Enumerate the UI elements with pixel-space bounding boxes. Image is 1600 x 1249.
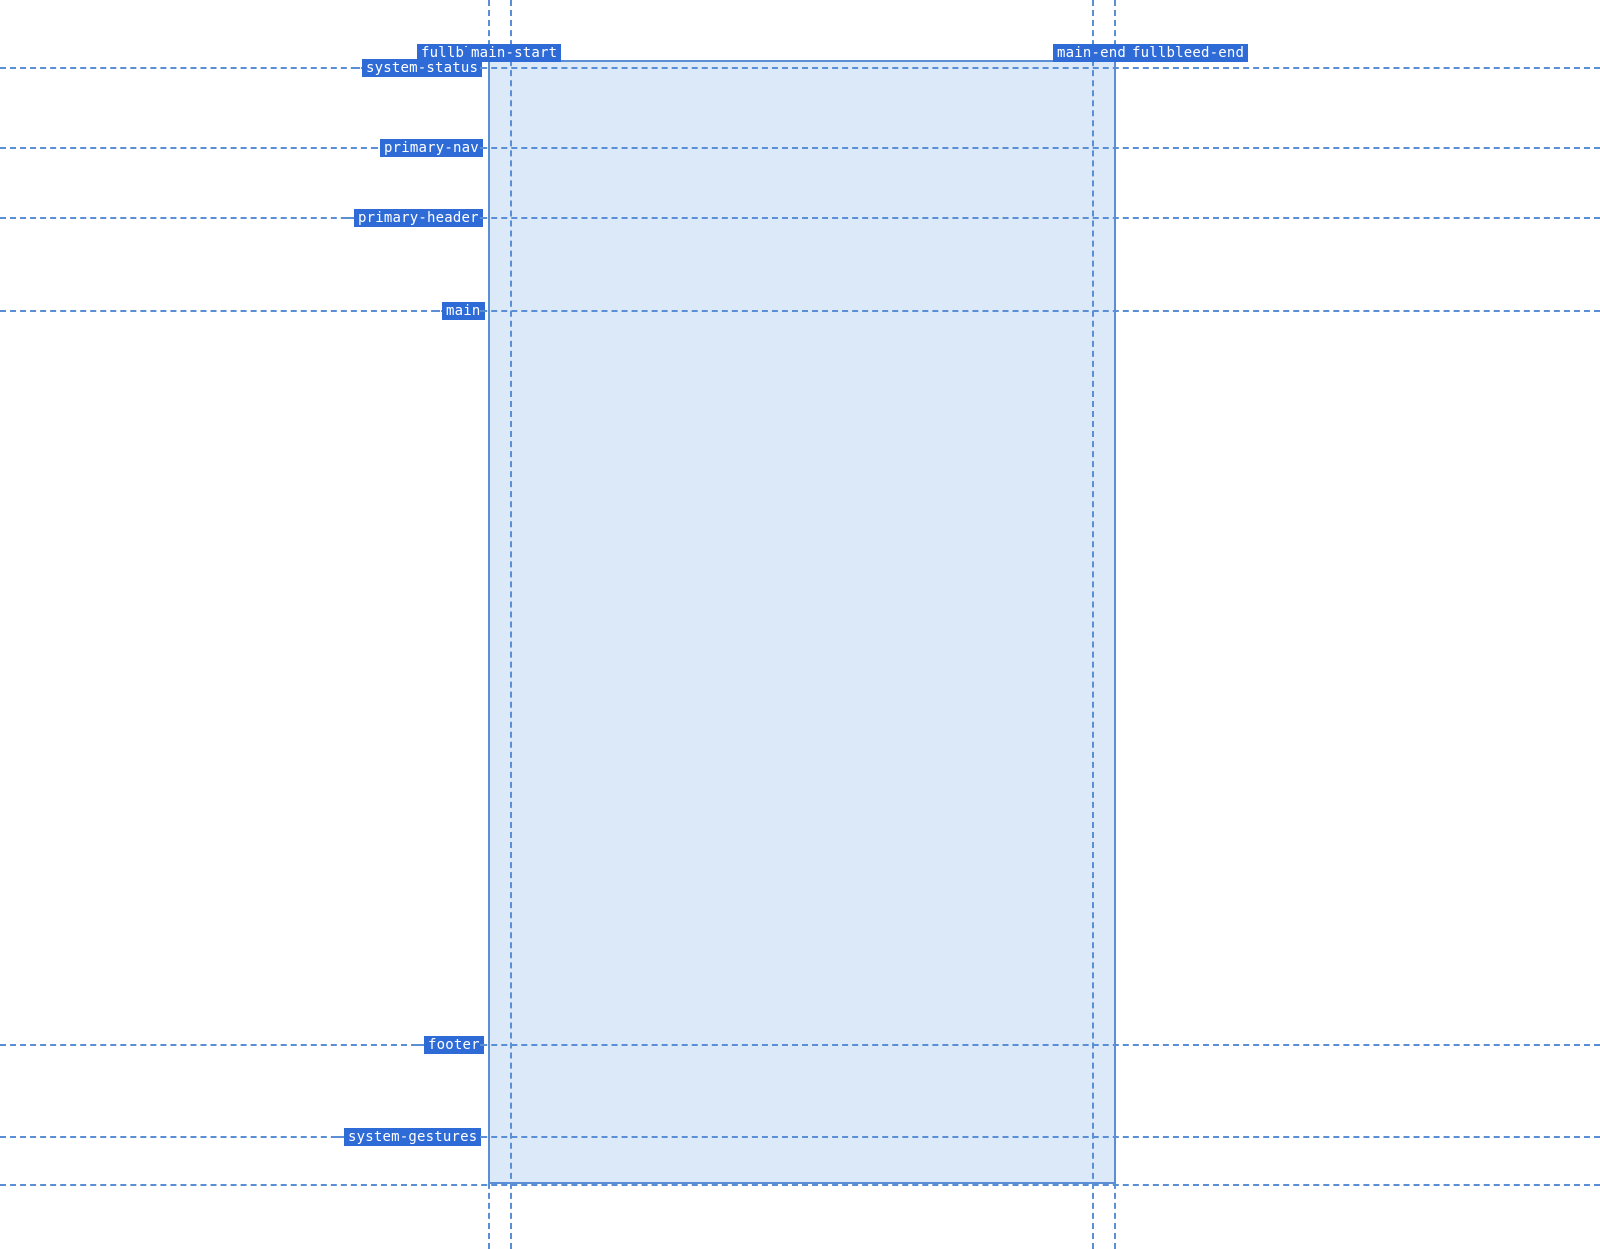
tick-right-primary-header <box>480 217 486 219</box>
viewport-rect <box>488 60 1116 1184</box>
tick-left-footer <box>416 1044 422 1046</box>
tick-right-system-status <box>480 67 486 69</box>
vline-fullbleed-start <box>488 0 490 1249</box>
tick-right-system-gestures <box>480 1136 486 1138</box>
hline-footer <box>0 1044 1600 1046</box>
tick-right-primary-nav <box>480 147 486 149</box>
tick-left-system-status <box>354 67 360 69</box>
tick-left-primary-header <box>346 217 352 219</box>
row-label-primary-nav: primary-nav <box>380 139 483 157</box>
row-label-footer: footer <box>424 1036 484 1054</box>
hline-system-status <box>0 67 1600 69</box>
hline-bottom <box>0 1184 1600 1186</box>
hline-primary-header <box>0 217 1600 219</box>
tick-left-primary-nav <box>372 147 378 149</box>
column-label-fullbleed-end: fullbleed-end <box>1128 44 1248 62</box>
hline-main <box>0 310 1600 312</box>
column-label-main-end: main-end <box>1053 44 1130 62</box>
row-label-main: main <box>442 302 485 320</box>
row-label-primary-header: primary-header <box>354 209 483 227</box>
vline-fullbleed-end <box>1114 0 1116 1249</box>
vline-main-start <box>510 0 512 1249</box>
tick-right-footer <box>480 1044 486 1046</box>
hline-system-gestures <box>0 1136 1600 1138</box>
vline-main-end <box>1092 0 1094 1249</box>
column-label-main-start: main-start <box>467 44 561 62</box>
hline-primary-nav <box>0 147 1600 149</box>
tick-right-main <box>480 310 486 312</box>
row-label-system-gestures: system-gestures <box>344 1128 481 1146</box>
tick-left-main <box>434 310 440 312</box>
tick-left-system-gestures <box>336 1136 342 1138</box>
grid-layout-diagram: fullbleed-start main-start main-end full… <box>0 0 1600 1249</box>
